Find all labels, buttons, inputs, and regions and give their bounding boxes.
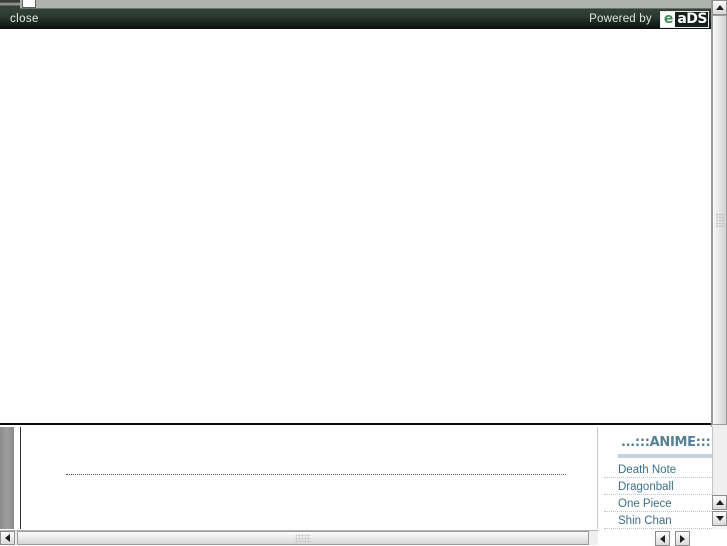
list-item[interactable]: Shin Chan <box>604 512 712 529</box>
chrome-left-bars <box>0 0 20 9</box>
scroll-thumb[interactable] <box>17 531 589 545</box>
scroll-thumb[interactable] <box>712 15 727 425</box>
anime-widget: ...:::ANIME::: Death Note Dragonball One… <box>604 427 712 529</box>
page-vertical-scrollbar[interactable] <box>711 0 727 437</box>
page-header-bar: close Powered by e aDS <box>0 9 711 29</box>
anime-link-shin-chan[interactable]: Shin Chan <box>618 515 672 527</box>
grip-dots-icon <box>715 213 724 227</box>
lower-region: ...:::ANIME::: Death Note Dragonball One… <box>0 427 727 546</box>
anime-scroll-up-button[interactable] <box>712 495 727 510</box>
arrow-down-icon <box>715 516 724 521</box>
arrow-left-icon <box>5 534 10 542</box>
anime-widget-divider <box>618 454 712 458</box>
anime-list: Death Note Dragonball One Piece Shin Cha… <box>604 461 712 529</box>
anime-scroll-left-button[interactable] <box>655 531 670 546</box>
arrow-up-icon <box>715 500 724 505</box>
list-item[interactable]: One Piece <box>604 495 712 512</box>
anime-scroll-down-button[interactable] <box>712 511 727 526</box>
anime-link-dragonball[interactable]: Dragonball <box>618 481 674 493</box>
anime-link-one-piece[interactable]: One Piece <box>618 498 672 510</box>
brand-logo[interactable]: e aDS <box>659 10 709 28</box>
dotted-separator <box>66 474 566 476</box>
scroll-up-button[interactable] <box>712 0 727 15</box>
powered-by-group: Powered by e aDS <box>589 9 709 29</box>
anime-scroll-right-button[interactable] <box>675 531 690 546</box>
list-item[interactable]: Dragonball <box>604 478 712 495</box>
page-horizontal-scrollbar[interactable] <box>0 530 598 545</box>
scroll-left-button[interactable] <box>0 531 15 545</box>
chrome-tab-stub[interactable] <box>22 0 36 8</box>
grip-dots-icon <box>295 534 311 542</box>
brand-logo-prefix: e <box>660 11 676 27</box>
arrow-up-icon <box>715 5 724 10</box>
anime-scroll-track[interactable] <box>712 427 727 497</box>
anime-link-death-note[interactable]: Death Note <box>618 464 676 476</box>
anime-widget-title: ...:::ANIME::: <box>621 435 711 450</box>
powered-by-label: Powered by <box>589 13 652 25</box>
arrow-right-icon <box>680 534 685 543</box>
document-pane <box>20 427 598 529</box>
close-button[interactable]: close <box>10 13 39 25</box>
left-gutter <box>0 427 14 529</box>
main-content-area <box>0 29 711 425</box>
list-item[interactable]: Death Note <box>604 461 712 478</box>
brand-logo-suffix: aDS <box>675 10 708 27</box>
arrow-left-icon <box>660 534 665 543</box>
browser-chrome-strip <box>0 0 727 9</box>
scroll-track[interactable] <box>712 15 727 437</box>
anime-vertical-scrollbar[interactable] <box>712 427 727 529</box>
